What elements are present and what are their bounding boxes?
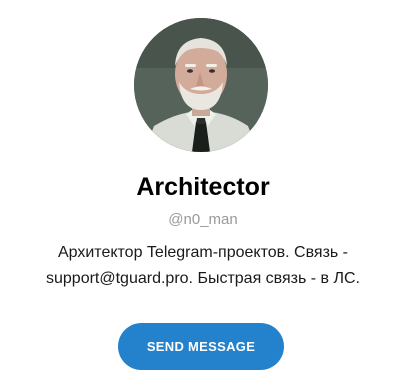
- profile-card: Architector @n0_man Архитектор Telegram-…: [0, 0, 406, 386]
- profile-description: Архитектор Telegram-проектов. Связь - su…: [20, 240, 386, 292]
- avatar: [134, 18, 268, 152]
- description-line-2: support@tguard.pro. Быстрая связь - в ЛС…: [46, 270, 360, 287]
- profile-name: Architector: [136, 173, 270, 201]
- description-line-1: Архитектор Telegram-проектов. Связь -: [57, 244, 349, 261]
- profile-username: @n0_man: [168, 211, 238, 228]
- send-message-button[interactable]: SEND MESSAGE: [118, 323, 284, 370]
- send-message-label: SEND MESSAGE: [146, 339, 256, 354]
- avatar-photo-icon: [134, 18, 268, 152]
